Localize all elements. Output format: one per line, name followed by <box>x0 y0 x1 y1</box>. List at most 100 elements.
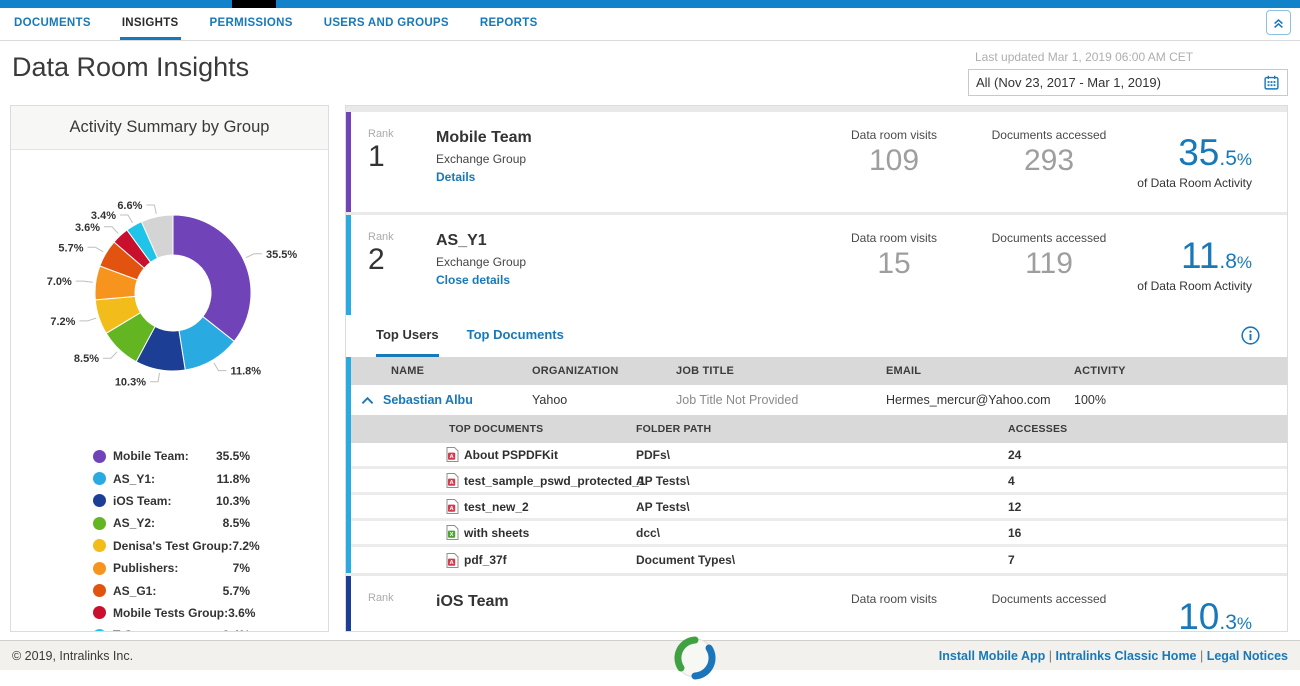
group-name: AS_Y1 <box>436 232 834 250</box>
activity-summary-title: Activity Summary by Group <box>11 106 328 150</box>
user-organization: Yahoo <box>532 393 676 407</box>
details-tabs: Top Users Top Documents <box>346 315 1287 357</box>
donut-slice[interactable] <box>173 215 251 341</box>
legend-item: iOS Team:10.3% <box>93 490 250 512</box>
nav-item-permissions[interactable]: PERMISSIONS <box>208 8 295 40</box>
activity-percent: 11.8% <box>1114 237 1252 274</box>
docs-accessed-label: Documents accessed <box>984 231 1114 246</box>
activity-percent-caption: of Data Room Activity <box>1114 279 1252 293</box>
user-activity: 100% <box>1074 393 1287 407</box>
group-name: Mobile Team <box>436 129 834 147</box>
footer-link-install-mobile-app[interactable]: Install Mobile App <box>939 649 1045 663</box>
activity-summary-panel: Activity Summary by Group 35.5%11.8%10.3… <box>10 105 329 632</box>
details-link[interactable]: Details <box>436 170 834 184</box>
legend-color-dot <box>93 629 106 632</box>
visits-label: Data room visits <box>834 128 954 143</box>
activity-percent: 10.3% <box>1114 598 1252 632</box>
slice-label: 6.6% <box>117 200 142 212</box>
legend-item: Mobile Team:35.5% <box>93 445 250 467</box>
nav-item-reports[interactable]: REPORTS <box>478 8 540 40</box>
rank-label: Rank <box>368 128 436 140</box>
rank-card-2: Rank 2 AS_Y1 Exchange Group Close detail… <box>346 215 1287 573</box>
legend-label: AS_Y1: <box>113 472 155 486</box>
user-email: Hermes_mercur@Yahoo.com <box>886 393 1074 407</box>
docs-table-header: TOP DOCUMENTS FOLDER PATH ACCESSES <box>346 415 1287 443</box>
tab-top-users[interactable]: Top Users <box>376 315 439 357</box>
footer-link-separator: | <box>1045 649 1055 663</box>
docs-accessed-label: Documents accessed <box>984 128 1114 143</box>
rank-label: Rank <box>368 592 436 604</box>
legend-value: 11.8% <box>217 472 250 486</box>
visits-value: 15 <box>834 247 954 281</box>
pdf-file-icon: A <box>446 553 459 568</box>
col-job-title: JOB TITLE <box>676 365 886 377</box>
footer-link-intralinks-classic-home[interactable]: Intralinks Classic Home <box>1055 649 1196 663</box>
legend-color-dot <box>93 450 106 463</box>
spreadsheet-file-icon: X <box>446 525 459 540</box>
tab-top-documents[interactable]: Top Documents <box>467 315 564 357</box>
legend-value: 7% <box>233 561 250 575</box>
col-folder-path: FOLDER PATH <box>636 423 1008 435</box>
legend-color-dot <box>93 494 106 507</box>
group-type: Exchange Group <box>436 255 834 269</box>
legend-item: AS_Y1: 11.8% <box>93 467 250 489</box>
user-name-link[interactable]: Sebastian Albu <box>383 393 473 407</box>
primary-nav: DOCUMENTS INSIGHTS PERMISSIONS USERS AND GR… <box>0 8 1300 41</box>
document-folder-path: AP Tests\ <box>636 474 1008 488</box>
document-accesses: 4 <box>1008 474 1287 488</box>
activity-donut-chart[interactable]: 35.5%11.8%10.3%8.5%7.2%7.0%5.7%3.6%3.4%6… <box>11 150 329 390</box>
pdf-file-icon: A <box>446 447 459 462</box>
document-name: test_sample_pswd_protected_1 <box>464 474 645 488</box>
slice-leader-line <box>104 227 118 234</box>
info-button[interactable] <box>1240 325 1261 351</box>
col-name: NAME <box>346 365 532 377</box>
docs-rows: AAbout PSPDFKitPDFs\24 Atest_sample_pswd… <box>346 443 1287 573</box>
slice-leader-line <box>76 281 93 282</box>
footer-link-legal-notices[interactable]: Legal Notices <box>1207 649 1288 663</box>
slice-leader-line <box>150 373 159 382</box>
pdf-file-icon: A <box>446 473 459 488</box>
legend-color-dot <box>93 539 106 552</box>
collapse-row-chevron-icon[interactable] <box>361 396 374 405</box>
collapse-header-button[interactable] <box>1266 10 1291 35</box>
document-accesses: 12 <box>1008 500 1287 514</box>
document-row: Atest_sample_pswd_protected_1AP Tests\4 <box>346 469 1287 495</box>
document-row: Xwith sheetsdcc\16 <box>346 521 1287 547</box>
col-email: EMAIL <box>886 365 1074 377</box>
group-type: Exchange Group <box>436 152 834 166</box>
nav-item-documents[interactable]: DOCUMENTS <box>12 8 93 40</box>
users-table-header: NAME ORGANIZATION JOB TITLE EMAIL ACTIVI… <box>346 357 1287 385</box>
legend-value: 8.5% <box>223 516 250 530</box>
slice-label: 7.2% <box>50 316 75 328</box>
col-activity: ACTIVITY <box>1074 365 1287 377</box>
document-accesses: 16 <box>1008 526 1287 540</box>
slice-label: 3.4% <box>91 210 116 222</box>
pdf-file-icon: A <box>446 499 459 514</box>
copyright-text: © 2019, Intralinks Inc. <box>12 649 133 663</box>
slice-leader-line <box>146 205 156 214</box>
document-name: test_new_2 <box>464 500 529 514</box>
legend-value: 5.7% <box>223 584 250 598</box>
date-range-select[interactable]: All (Nov 23, 2017 - Mar 1, 2019) <box>968 69 1288 96</box>
close-details-link[interactable]: Close details <box>436 273 834 287</box>
legend-color-dot <box>93 584 106 597</box>
docs-accessed-value: 293 <box>984 144 1114 178</box>
slice-label: 5.7% <box>58 242 83 254</box>
nav-item-users-and-groups[interactable]: USERS AND GROUPS <box>322 8 451 40</box>
date-filter-area: Last updated Mar 1, 2019 06:00 AM CET Al… <box>968 50 1288 96</box>
user-job-title: Job Title Not Provided <box>676 393 886 407</box>
slice-leader-line <box>214 363 227 371</box>
legend-item: Denisa's Test Group:7.2% <box>93 535 250 557</box>
legend-label: AS_Y2: <box>113 516 155 530</box>
slice-label: 3.6% <box>75 222 100 234</box>
topbar-notch <box>232 0 276 8</box>
rank-1-color-strip <box>346 112 351 212</box>
user-row: Sebastian Albu Yahoo Job Title Not Provi… <box>346 385 1287 415</box>
visits-label: Data room visits <box>834 231 954 246</box>
slice-label: 8.5% <box>74 353 99 365</box>
docs-accessed-label: Documents accessed <box>984 592 1114 607</box>
date-range-value: All (Nov 23, 2017 - Mar 1, 2019) <box>976 75 1161 90</box>
visits-label: Data room visits <box>834 592 954 607</box>
nav-item-insights[interactable]: INSIGHTS <box>120 8 181 40</box>
slice-leader-line <box>103 352 117 359</box>
